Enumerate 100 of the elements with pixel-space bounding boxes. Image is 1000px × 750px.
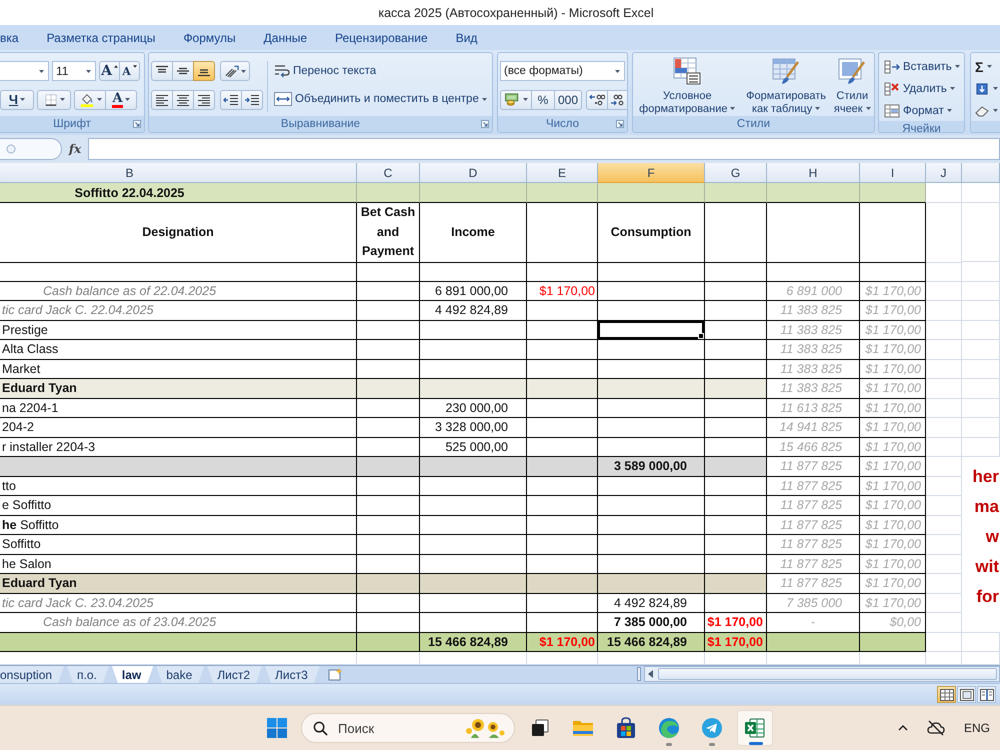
sum-button[interactable]: Σ <box>974 56 1000 77</box>
view-button[interactable] <box>977 686 996 703</box>
table-cell <box>357 516 420 535</box>
new-sheet-icon[interactable] <box>326 667 345 681</box>
insert-function-button[interactable]: fx <box>62 142 88 156</box>
sheet-tab[interactable]: bake <box>156 666 204 683</box>
split-handle[interactable] <box>637 667 641 681</box>
caret-icon <box>954 65 960 68</box>
ribbon-tab[interactable]: Вид <box>442 28 492 46</box>
cloud-slash-icon[interactable] <box>926 720 946 736</box>
cells-button[interactable]: Формат <box>882 100 962 121</box>
column-header[interactable]: I <box>860 163 926 183</box>
decrease-indent-button[interactable] <box>220 90 242 110</box>
four-squares-icon[interactable] <box>267 718 287 738</box>
caret-icon <box>866 107 871 110</box>
chevron-up-icon[interactable] <box>898 725 908 731</box>
column-header[interactable]: C <box>357 163 420 183</box>
styles-button[interactable]: Стили ячеек <box>832 56 872 116</box>
column-header[interactable]: G <box>705 163 767 183</box>
fill-handle[interactable] <box>698 333 704 339</box>
dialog-launcher-icon[interactable] <box>133 120 141 128</box>
table-cell: $1 170,00 <box>860 282 926 301</box>
fill-color-button[interactable] <box>74 90 106 110</box>
sheet-tab[interactable]: Лист3 <box>265 666 320 683</box>
ribbon-tab[interactable]: вка <box>0 28 33 46</box>
font-name-field[interactable] <box>0 61 49 81</box>
table-cell <box>705 535 767 554</box>
caret-icon <box>86 70 91 72</box>
table-cell <box>527 516 598 535</box>
ribbon-tab[interactable]: Формулы <box>169 28 250 46</box>
taskbar-button[interactable] <box>736 710 772 746</box>
percent-button[interactable]: % <box>531 90 555 110</box>
thousands-button[interactable]: 000 <box>554 90 582 110</box>
underline-button[interactable]: Ч <box>0 90 34 110</box>
ribbon-tab[interactable]: Рецензирование <box>321 28 442 46</box>
formula-field[interactable] <box>88 138 1000 160</box>
shrink-font-button[interactable]: A <box>119 61 140 81</box>
search-field[interactable]: Поиск <box>301 713 515 743</box>
vertical-align-button[interactable] <box>193 61 215 81</box>
font-color-button[interactable]: A <box>105 90 137 110</box>
sunflowers-icon <box>465 716 505 740</box>
increase-indent-button[interactable] <box>241 90 263 110</box>
table-cell <box>926 360 962 379</box>
dialog-launcher-icon[interactable] <box>616 120 624 128</box>
group-label: Шрифт <box>53 118 91 130</box>
table-cell: tic card Jack C. 23.04.2025 <box>0 594 357 613</box>
orientation-button[interactable] <box>220 61 250 81</box>
align-center-button[interactable] <box>172 90 194 110</box>
table-cell <box>926 418 962 438</box>
shopping-bag-icon[interactable] <box>614 717 636 739</box>
dialog-launcher-icon[interactable] <box>481 120 489 128</box>
align-right-button[interactable] <box>193 90 215 110</box>
scroll-thumb[interactable] <box>658 668 997 680</box>
align-left-button[interactable] <box>151 90 173 110</box>
column-header[interactable]: D <box>420 163 527 183</box>
styles-button[interactable]: Условное форматирование <box>635 56 740 116</box>
column-header[interactable]: J <box>926 163 962 183</box>
grip-icon[interactable] <box>6 144 16 154</box>
horizontal-scrollbar[interactable] <box>644 666 1000 682</box>
swirl-icon[interactable] <box>658 717 680 739</box>
table-cell: 11 877 825 <box>767 476 860 496</box>
left-arrow-icon[interactable] <box>648 670 654 678</box>
view-button[interactable] <box>937 686 956 703</box>
increase-decimal-button[interactable] <box>586 90 608 110</box>
sheet-tab[interactable]: п.о. <box>67 666 109 683</box>
wrap-text-button[interactable]: Перенос текста <box>272 61 489 81</box>
paper-plane-icon[interactable] <box>700 717 722 739</box>
spreadsheet-icon <box>744 717 766 739</box>
font-size-field[interactable]: 11 <box>52 61 96 81</box>
borders-button[interactable] <box>37 90 71 110</box>
grow-font-button[interactable]: A <box>99 61 120 81</box>
currency-button[interactable] <box>500 90 532 110</box>
vertical-align-button[interactable] <box>172 61 194 81</box>
column-header[interactable]: B <box>0 163 357 183</box>
cells-button[interactable]: Удалить <box>882 78 962 99</box>
sheet-tab[interactable]: Лист2 <box>207 666 262 683</box>
merge-center-button[interactable]: Объединить и поместить в центре <box>272 89 489 109</box>
sheet-tab[interactable]: onsuption <box>0 666 64 683</box>
cells-button[interactable]: Вставить <box>882 56 962 77</box>
language-indicator[interactable]: ENG <box>964 721 990 735</box>
ribbon-tab[interactable]: Данные <box>250 28 322 46</box>
table-cell: 14 941 825 <box>767 418 860 438</box>
vertical-align-button[interactable] <box>151 61 173 81</box>
column-header[interactable]: H <box>767 163 860 183</box>
table-cell: $1 170,00 <box>860 340 926 360</box>
styles-button[interactable]: Форматировать как таблицу <box>742 56 831 116</box>
ribbon-tab[interactable]: Разметка страницы <box>32 28 170 46</box>
caret-icon <box>993 109 998 112</box>
table-cell <box>926 203 962 262</box>
table-cell: $1 170,00 <box>860 535 926 554</box>
table-cell <box>860 203 926 262</box>
table-cell <box>860 632 926 652</box>
decrease-decimal-button[interactable] <box>607 90 627 110</box>
column-header[interactable]: E <box>527 163 598 183</box>
table-cell: he Soffitto <box>0 516 357 535</box>
number-format-field[interactable]: (все форматы) <box>500 61 625 81</box>
table-cell: $1 170,00 <box>860 438 926 457</box>
view-button[interactable] <box>957 686 976 703</box>
column-header[interactable]: F <box>598 163 705 183</box>
sheet-tab[interactable]: law <box>112 666 154 683</box>
